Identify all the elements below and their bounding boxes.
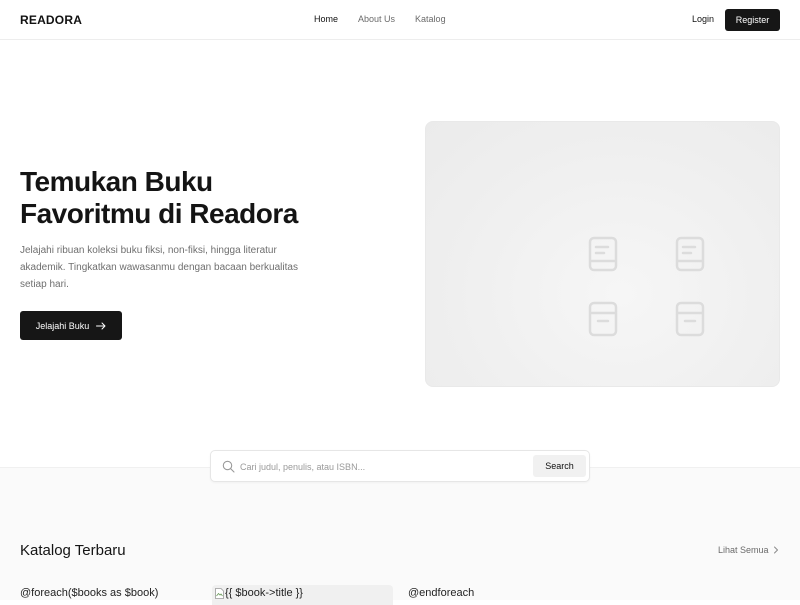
navbar: READORA Home About Us Katalog Login Regi… bbox=[0, 0, 800, 40]
archive-icon bbox=[675, 301, 705, 337]
nav-links: Home About Us Katalog bbox=[314, 14, 446, 24]
hero-title-line-1: Temukan Buku bbox=[20, 166, 213, 197]
hero-description: Jelajahi ribuan koleksi buku fiksi, non-… bbox=[20, 245, 298, 290]
chevron-right-icon bbox=[773, 546, 778, 554]
hero-illustration bbox=[425, 121, 780, 387]
book-icon bbox=[588, 236, 618, 272]
see-all-link[interactable]: Lihat Semua bbox=[718, 545, 779, 555]
hero-title-line-2: Favoritmu di Readora bbox=[20, 198, 298, 229]
book-cover-image: {{ $book->title }} bbox=[215, 587, 303, 599]
login-link[interactable]: Login bbox=[692, 14, 714, 24]
see-all-label: Lihat Semua bbox=[718, 545, 769, 555]
broken-image-icon bbox=[215, 587, 224, 599]
book-icon bbox=[675, 236, 705, 272]
archive-icon bbox=[588, 301, 618, 337]
catalog-section bbox=[0, 467, 800, 600]
nav-link-about-us[interactable]: About Us bbox=[358, 14, 395, 24]
explore-books-label: Jelajahi Buku bbox=[35, 320, 90, 331]
search-input[interactable] bbox=[238, 457, 532, 477]
search-button[interactable]: Search bbox=[533, 455, 586, 477]
register-button[interactable]: Register bbox=[725, 9, 780, 31]
catalog-title: Katalog Terbaru bbox=[20, 542, 126, 559]
raw-template-endforeach: @endforeach bbox=[408, 587, 475, 599]
search-icon bbox=[222, 460, 235, 473]
hero-title: Temukan Buku Favoritmu di Readora bbox=[20, 166, 380, 230]
arrow-right-icon bbox=[96, 322, 106, 329]
brand-logo[interactable]: READORA bbox=[20, 13, 82, 27]
book-cover-alt: {{ $book->title }} bbox=[225, 587, 303, 599]
search-bar: Search bbox=[210, 450, 590, 482]
explore-books-button[interactable]: Jelajahi Buku bbox=[20, 311, 122, 340]
raw-template-foreach: @foreach($books as $book) bbox=[20, 587, 159, 599]
nav-link-home[interactable]: Home bbox=[314, 14, 338, 24]
nav-link-katalog[interactable]: Katalog bbox=[415, 14, 446, 24]
